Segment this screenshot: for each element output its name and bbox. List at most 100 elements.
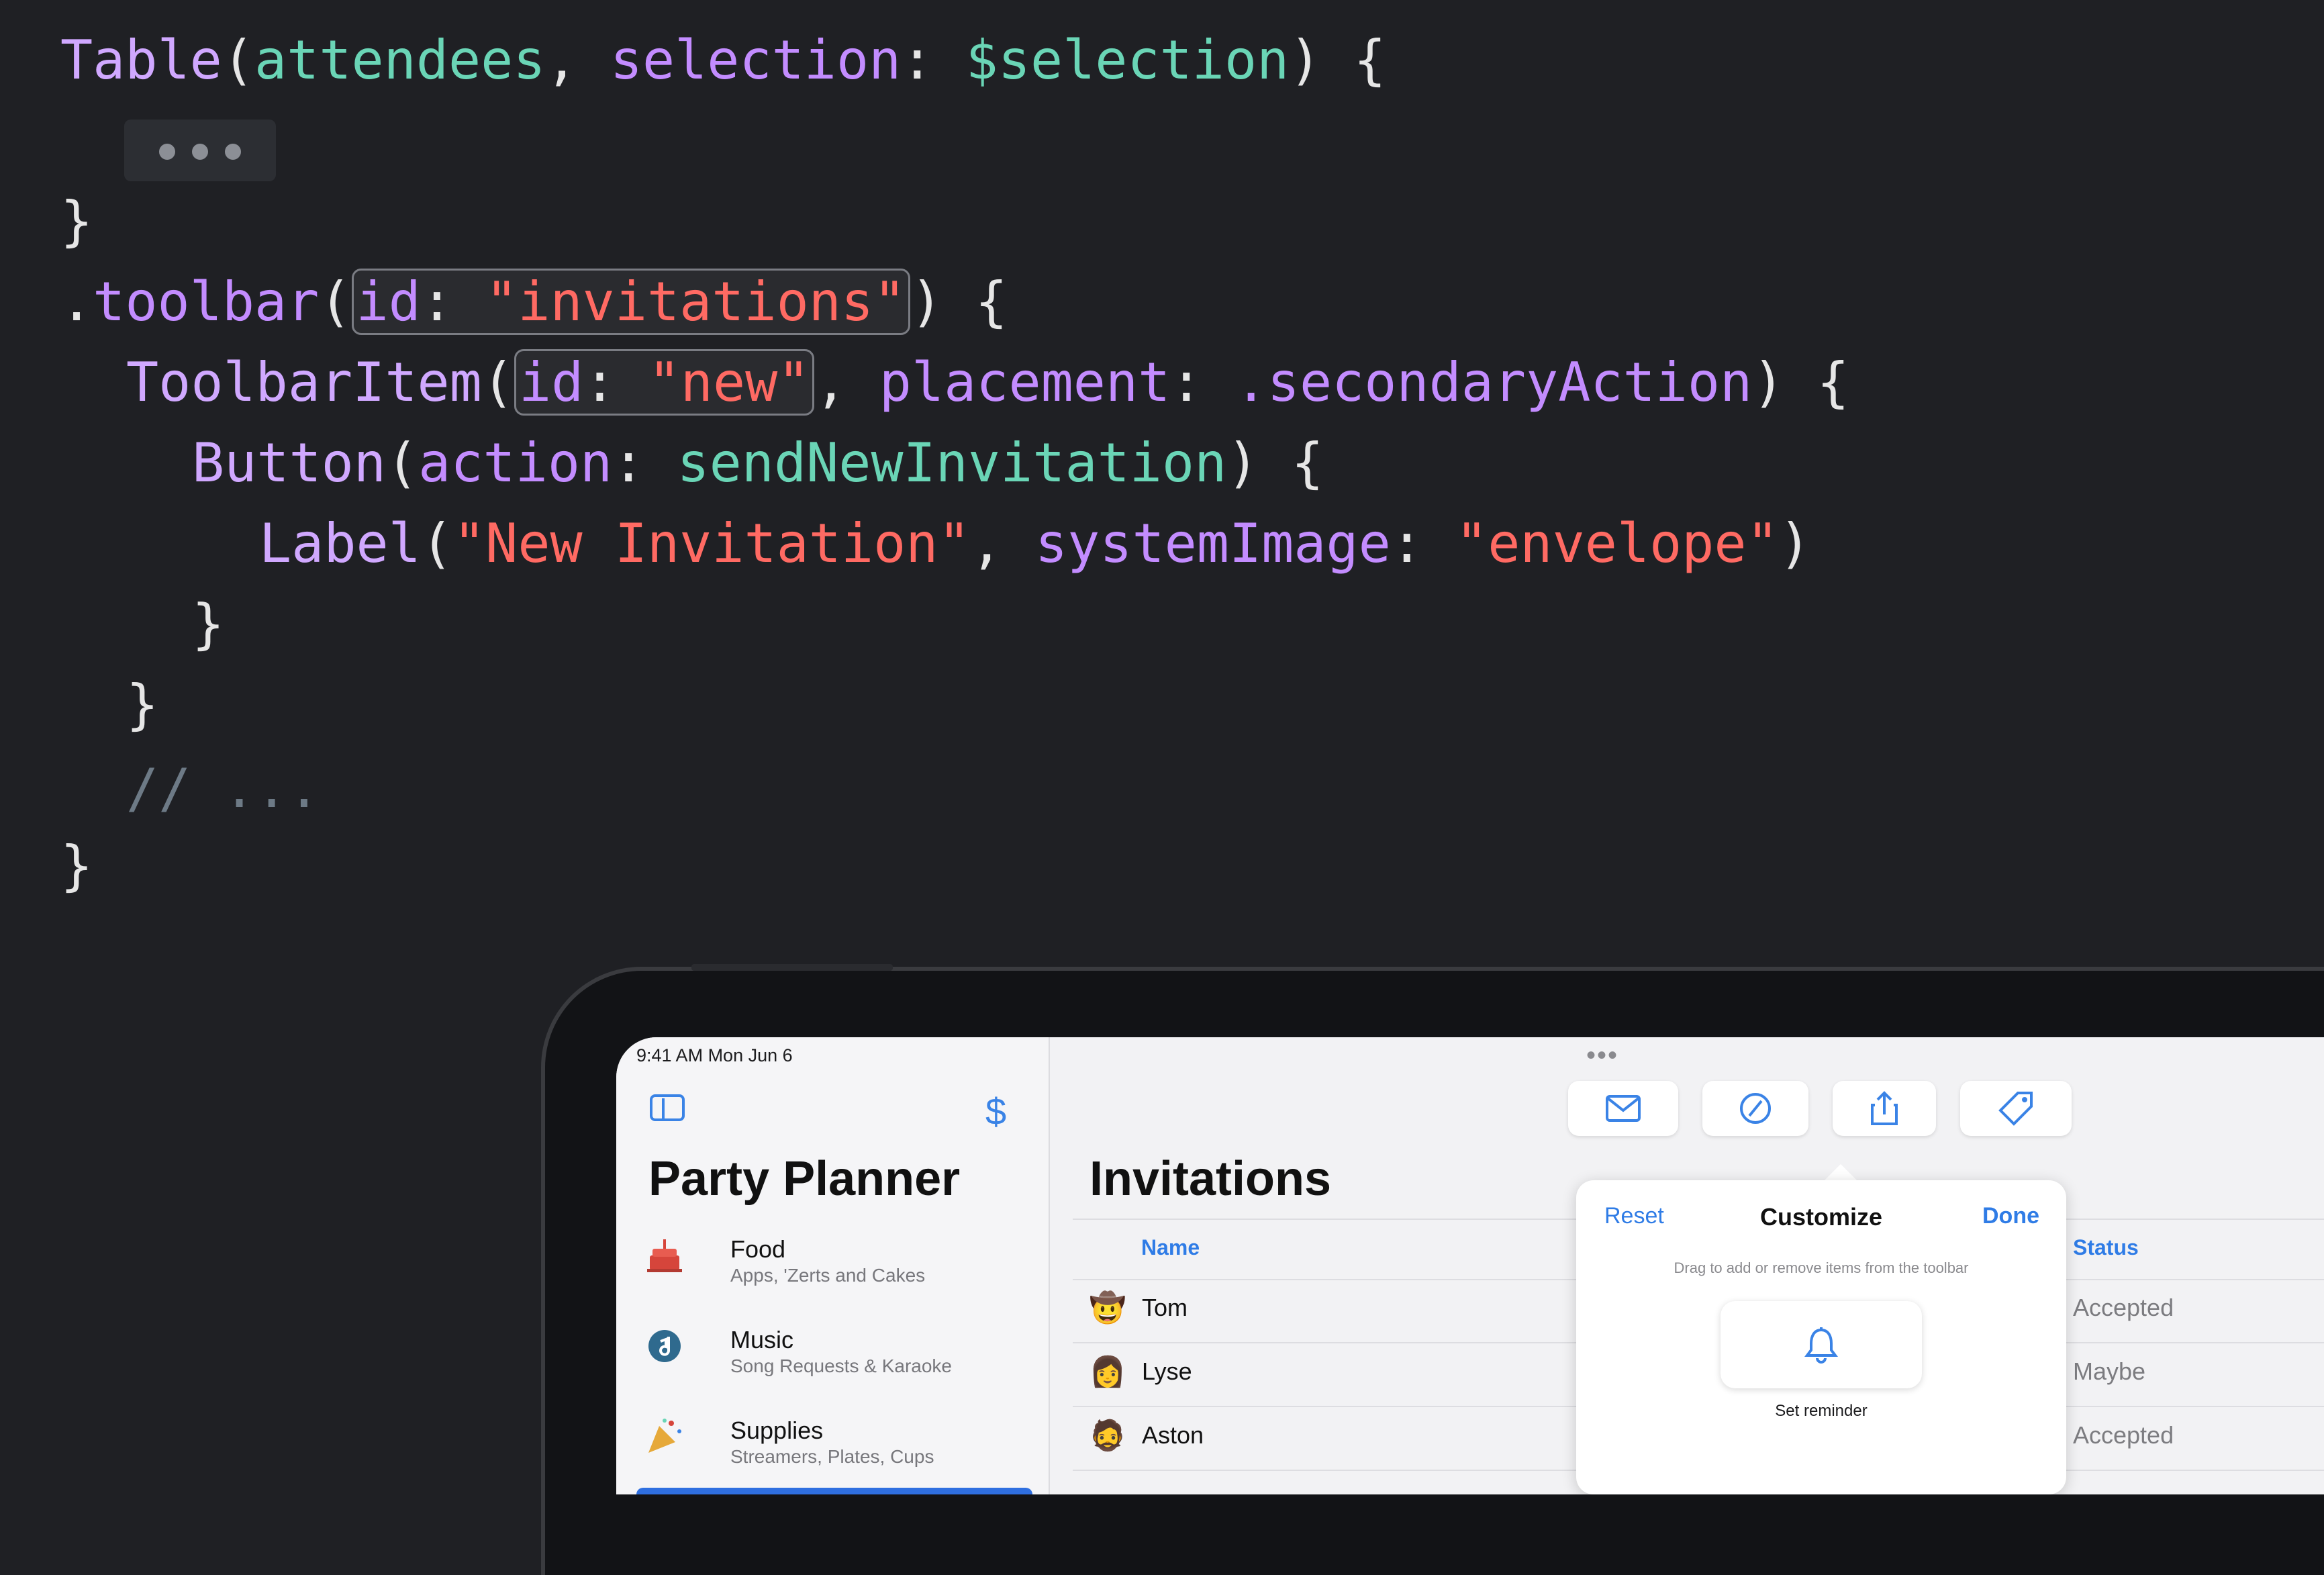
code-token: ( (319, 271, 352, 333)
attendee-status: Accepted (2073, 1294, 2174, 1321)
attendee-status: Accepted (2073, 1421, 2174, 1449)
code-comment: // ... (126, 757, 320, 820)
popover-hint: Drag to add or remove items from the too… (1674, 1259, 1969, 1276)
code-token: . (60, 271, 93, 333)
ellipsis-dot (192, 144, 208, 160)
code-token: "envelope" (1455, 512, 1779, 575)
sidebar-item-subtitle: Song Requests & Karaoke (730, 1355, 952, 1376)
code-token: ( (222, 29, 254, 91)
column-header-status[interactable]: Status (2073, 1235, 2139, 1260)
sidebar-selection-highlight (636, 1488, 1032, 1494)
code-token: $selection (965, 29, 1290, 91)
page-title: Invitations (1090, 1152, 1332, 1206)
code-line-close: } (192, 593, 225, 655)
dollar-icon[interactable]: $ (985, 1090, 1006, 1133)
code-token: "new" (648, 351, 810, 414)
bell-icon (1804, 1327, 1838, 1364)
attendee-name: Lyse (1142, 1357, 1192, 1385)
code-token: "invitations" (485, 271, 906, 333)
code-line-close: } (60, 190, 93, 252)
ipad-screen: 9:41 AM Mon Jun 6 $ Party Planner Food A… (616, 1037, 2324, 1494)
code-token: ( (385, 432, 419, 494)
code-token: attendees (254, 29, 546, 91)
avatar: 🧔 (1089, 1419, 1126, 1452)
code-token: ( (481, 351, 514, 414)
code-token: selection (610, 29, 902, 91)
code-token: ) { (910, 271, 1008, 333)
toolbar-button-new-invitation[interactable] (1568, 1081, 1678, 1136)
done-button[interactable]: Done (1982, 1203, 2039, 1229)
sidebar-item-music[interactable]: Music Song Requests & Karaoke (643, 1326, 1032, 1406)
sidebar-item-label: Food (730, 1235, 786, 1263)
code-token: ( (420, 512, 453, 575)
code-token: ) { (1752, 351, 1849, 414)
code-token: ) { (1226, 432, 1324, 494)
collapsed-code-ellipsis[interactable] (124, 120, 276, 181)
code-token: Table (60, 29, 222, 91)
code-token: , (970, 512, 1035, 575)
toolbar-button-share[interactable] (1833, 1081, 1936, 1136)
code-line-toolbar: .toolbar(id: "invitations") { (60, 269, 1008, 335)
code-line-table: Table(attendees, selection: $selection) … (60, 34, 1386, 87)
code-token: Label (259, 512, 421, 575)
code-token: , (545, 29, 610, 91)
code-token: : (420, 271, 486, 333)
code-line-label: Label("New Invitation", systemImage: "en… (259, 517, 1811, 571)
code-token: sendNewInvitation (677, 432, 1227, 494)
code-token: systemImage (1034, 512, 1391, 575)
attendee-name: Tom (1142, 1294, 1188, 1321)
sidebar-item-food[interactable]: Food Apps, 'Zerts and Cakes (643, 1235, 1032, 1316)
popover-arrow (1825, 1164, 1857, 1180)
envelope-icon (1606, 1095, 1641, 1122)
sidebar: 9:41 AM Mon Jun 6 $ Party Planner Food A… (616, 1037, 1050, 1494)
set-reminder-label: Set reminder (1775, 1402, 1868, 1420)
music-icon (643, 1326, 686, 1369)
code-token: ) { (1289, 29, 1386, 91)
code-token: placement (879, 351, 1171, 414)
code-token: id (356, 271, 421, 333)
toolbar-button-tag[interactable] (1960, 1081, 2072, 1136)
party-popper-icon (643, 1417, 686, 1460)
highlight-toolbar-id: id: "invitations" (351, 269, 911, 335)
code-token: toolbar (93, 271, 320, 333)
sidebar-item-subtitle: Apps, 'Zerts and Cakes (730, 1265, 926, 1286)
code-line-close: } (126, 673, 159, 736)
code-line-button: Button(action: sendNewInvitation) { (192, 436, 1324, 490)
code-token: ToolbarItem (126, 351, 482, 414)
avatar: 👩 (1089, 1355, 1126, 1388)
code-token: ) (1778, 512, 1811, 575)
code-token: : (1390, 512, 1456, 575)
code-token: : (901, 29, 966, 91)
toolbar-button-decline[interactable] (1702, 1081, 1808, 1136)
sidebar-item-supplies[interactable]: Supplies Streamers, Plates, Cups (643, 1417, 1032, 1494)
app-title: Party Planner (648, 1152, 961, 1206)
slash-circle-icon (1740, 1093, 1771, 1124)
code-token: action (418, 432, 613, 494)
sidebar-item-label: Music (730, 1326, 794, 1353)
sidebar-toggle-icon[interactable] (650, 1094, 685, 1121)
share-icon (1871, 1091, 1898, 1125)
status-bar-time: 9:41 AM Mon Jun 6 (636, 1045, 793, 1065)
code-token: , (814, 351, 879, 414)
tag-icon (1998, 1092, 2033, 1126)
highlight-item-id: id: "new" (514, 349, 815, 416)
attendee-status: Maybe (2073, 1357, 2146, 1385)
code-token: : (583, 351, 648, 414)
sidebar-item-subtitle: Streamers, Plates, Cups (730, 1446, 934, 1467)
ipad-button (691, 964, 893, 971)
sidebar-item-label: Supplies (730, 1417, 824, 1444)
code-token: : (612, 432, 677, 494)
code-token: : (1170, 351, 1235, 414)
code-token: "New Invitation" (453, 512, 971, 575)
attendee-name: Aston (1142, 1421, 1204, 1449)
code-editor: Table(attendees, selection: $selection) … (0, 0, 2324, 940)
more-dots-icon[interactable]: ••• (1586, 1041, 1618, 1071)
avatar: 🤠 (1089, 1292, 1126, 1325)
code-token: Button (192, 432, 386, 494)
code-line-close: } (60, 834, 93, 897)
cake-icon (643, 1235, 686, 1278)
code-token: .secondaryAction (1234, 351, 1753, 414)
set-reminder-item[interactable] (1721, 1301, 1922, 1388)
customize-toolbar-popover: Reset Customize Done Drag to add or remo… (1576, 1180, 2066, 1494)
column-header-name[interactable]: Name (1141, 1235, 1200, 1260)
